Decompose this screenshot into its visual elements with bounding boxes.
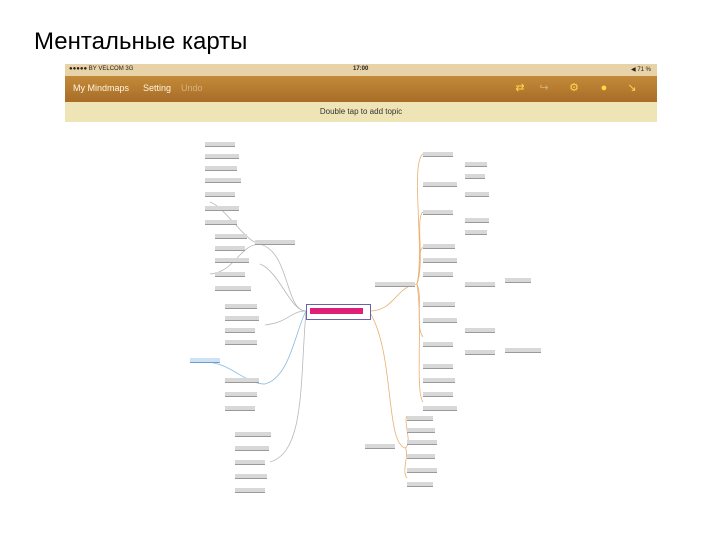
hint-bar: Double tap to add topic: [65, 102, 657, 122]
topic-node[interactable]: [465, 230, 487, 235]
setting-button[interactable]: Setting: [143, 83, 171, 93]
status-bar: ●●●●● BY VELCOM 3G 17:00 ◀ 71 %: [65, 64, 657, 76]
topic-node[interactable]: [225, 392, 257, 397]
topic-node[interactable]: [205, 154, 239, 159]
slide-title: Ментальные карты: [34, 28, 248, 55]
topic-node[interactable]: [423, 152, 453, 157]
topic-node[interactable]: [423, 210, 453, 215]
topic-node[interactable]: [407, 416, 433, 421]
carrier-label: ●●●●● BY VELCOM 3G: [69, 66, 134, 72]
mindmap-canvas[interactable]: [65, 122, 657, 520]
topic-node[interactable]: [407, 440, 437, 445]
topic-node[interactable]: [255, 240, 295, 245]
topic-node[interactable]: [375, 282, 415, 287]
topic-node[interactable]: [215, 246, 245, 251]
topic-node[interactable]: [505, 348, 541, 353]
topic-node[interactable]: [407, 482, 433, 487]
topic-node[interactable]: [235, 474, 267, 479]
app-screenshot: ●●●●● BY VELCOM 3G 17:00 ◀ 71 % My Mindm…: [65, 64, 657, 520]
share-icon[interactable]: ⇄: [513, 81, 527, 95]
gear-icon[interactable]: ⚙: [567, 81, 581, 95]
topic-node[interactable]: [407, 454, 435, 459]
info-icon[interactable]: ●: [597, 81, 611, 95]
app-toolbar: My Mindmaps Setting Undo ⇄ ↪ ⚙ ● ↘: [65, 76, 657, 102]
topic-node[interactable]: [465, 174, 485, 179]
undo-button[interactable]: Undo: [181, 83, 203, 93]
expand-icon[interactable]: ↘: [625, 81, 639, 95]
topic-node[interactable]: [423, 302, 455, 307]
topic-node[interactable]: [423, 378, 455, 383]
central-topic-label: [310, 308, 363, 314]
topic-node[interactable]: [235, 488, 265, 493]
redo-icon[interactable]: ↪: [537, 81, 551, 95]
clock: 17:00: [353, 66, 369, 72]
topic-node[interactable]: [235, 460, 265, 465]
topic-node[interactable]: [225, 316, 259, 321]
topic-node[interactable]: [423, 364, 453, 369]
topic-node[interactable]: [215, 286, 251, 291]
topic-node[interactable]: [465, 218, 489, 223]
topic-node[interactable]: [215, 272, 245, 277]
central-topic[interactable]: [306, 304, 371, 320]
topic-node[interactable]: [205, 142, 235, 147]
topic-node[interactable]: [225, 378, 259, 383]
topic-node[interactable]: [423, 182, 457, 187]
topic-node[interactable]: [215, 258, 249, 263]
topic-node[interactable]: [235, 432, 271, 437]
mindmap-connectors: [204, 153, 424, 479]
topic-node[interactable]: [407, 468, 437, 473]
topic-node[interactable]: [465, 162, 487, 167]
topic-node[interactable]: [190, 358, 220, 363]
topic-node[interactable]: [235, 446, 269, 451]
topic-node[interactable]: [423, 342, 453, 347]
my-mindmaps-button[interactable]: My Mindmaps: [73, 83, 129, 93]
topic-node[interactable]: [423, 392, 453, 397]
topic-node[interactable]: [205, 192, 235, 197]
topic-node[interactable]: [505, 278, 531, 283]
topic-node[interactable]: [365, 444, 395, 449]
topic-node[interactable]: [205, 166, 237, 171]
topic-node[interactable]: [423, 406, 457, 411]
topic-node[interactable]: [205, 220, 237, 225]
topic-node[interactable]: [205, 206, 239, 211]
topic-node[interactable]: [205, 178, 241, 183]
topic-node[interactable]: [423, 318, 457, 323]
topic-node[interactable]: [215, 234, 247, 239]
topic-node[interactable]: [225, 340, 257, 345]
topic-node[interactable]: [225, 304, 257, 309]
topic-node[interactable]: [423, 258, 457, 263]
topic-node[interactable]: [465, 192, 489, 197]
topic-node[interactable]: [465, 282, 495, 287]
topic-node[interactable]: [225, 328, 255, 333]
topic-node[interactable]: [423, 272, 453, 277]
topic-node[interactable]: [465, 328, 495, 333]
topic-node[interactable]: [225, 406, 255, 411]
topic-node[interactable]: [407, 428, 435, 433]
topic-node[interactable]: [465, 350, 495, 355]
battery-indicator: ◀ 71 %: [631, 67, 651, 73]
topic-node[interactable]: [423, 244, 455, 249]
